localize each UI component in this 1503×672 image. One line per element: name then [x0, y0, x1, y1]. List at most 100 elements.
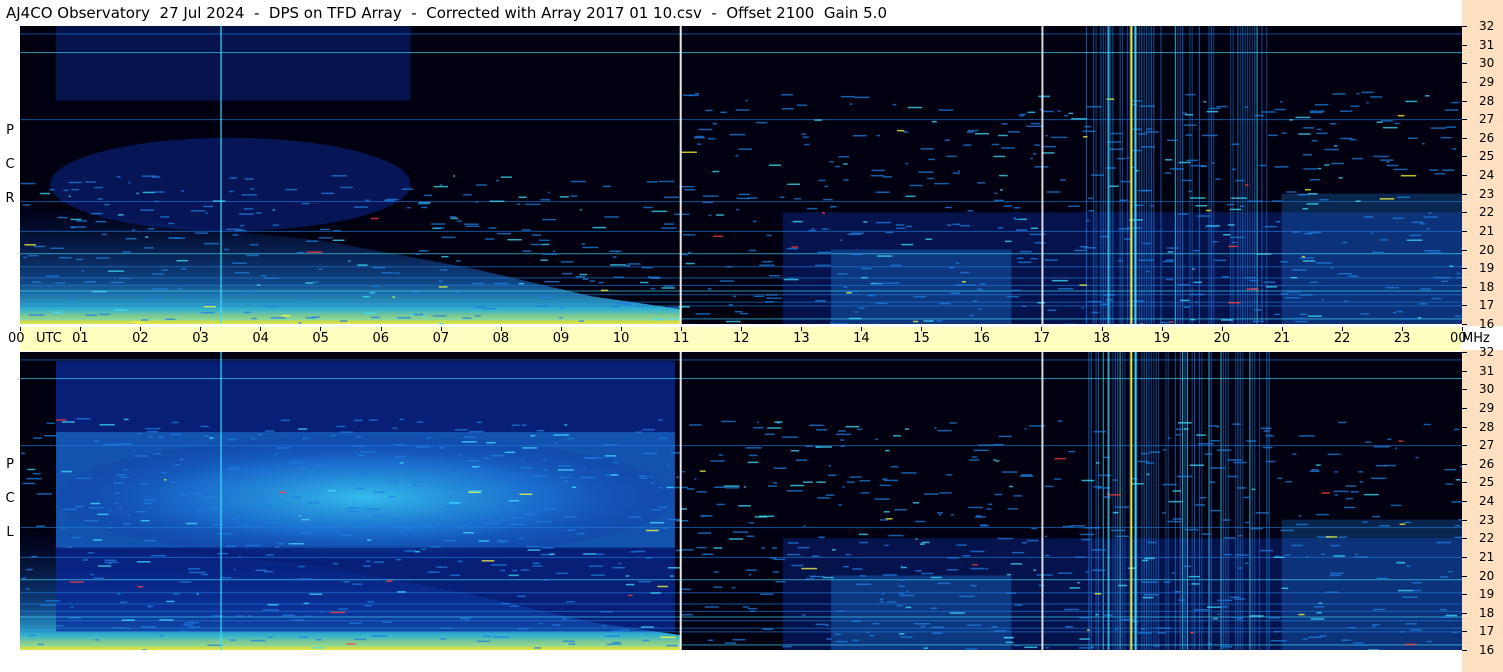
- frequency-tick: [1462, 519, 1467, 521]
- speckle: [143, 247, 154, 249]
- speckle: [119, 277, 131, 279]
- speckle: [1110, 132, 1123, 135]
- speckle: [458, 454, 462, 456]
- speckle: [340, 534, 352, 537]
- speckle: [281, 314, 291, 317]
- speckle: [1399, 523, 1406, 525]
- speckle: [921, 572, 934, 575]
- speckle: [925, 238, 932, 240]
- speckle: [1379, 239, 1389, 241]
- speckle: [1007, 508, 1018, 510]
- speckle: [1332, 93, 1346, 95]
- speckle: [904, 428, 910, 430]
- speckle: [1379, 198, 1395, 200]
- speckle: [174, 463, 180, 466]
- speckle: [959, 595, 975, 598]
- speckle: [183, 624, 194, 626]
- interference-column: [1153, 352, 1155, 650]
- speckle: [1246, 288, 1259, 290]
- late-noise-core: [831, 575, 1012, 650]
- speckle: [55, 625, 64, 627]
- speckle: [357, 454, 364, 457]
- speckle: [71, 188, 79, 191]
- speckle: [1229, 596, 1240, 598]
- speckle: [148, 435, 153, 438]
- speckle: [1250, 527, 1263, 530]
- speckle: [801, 133, 807, 135]
- speckle: [330, 434, 336, 437]
- speckle: [559, 196, 569, 198]
- speckle: [1013, 206, 1021, 209]
- speckle: [170, 433, 183, 436]
- speckle: [1167, 251, 1174, 253]
- speckle: [1030, 122, 1041, 125]
- speckle: [469, 490, 483, 492]
- speckle: [1309, 470, 1320, 473]
- speckle: [748, 522, 755, 524]
- speckle: [1196, 434, 1206, 436]
- speckle: [956, 544, 967, 546]
- speckle: [766, 297, 782, 300]
- speckle: [968, 459, 980, 461]
- speckle: [496, 232, 512, 235]
- speckle: [461, 441, 477, 443]
- speckle: [788, 277, 795, 280]
- speckle: [821, 212, 825, 214]
- speckle: [1347, 626, 1356, 629]
- speckle: [997, 537, 1013, 540]
- speckle: [1291, 544, 1303, 547]
- interference-column: [1145, 352, 1148, 650]
- speckle: [301, 518, 310, 521]
- speckle: [952, 172, 960, 174]
- speckle: [68, 298, 74, 300]
- speckle: [454, 429, 468, 431]
- speckle: [507, 486, 520, 488]
- speckle: [565, 601, 575, 603]
- speckle: [913, 296, 927, 298]
- speckle: [1095, 462, 1100, 464]
- frequency-tick: [1462, 482, 1467, 484]
- speckle: [526, 546, 540, 548]
- speckle: [1165, 259, 1174, 261]
- speckle: [1262, 446, 1273, 449]
- speckle: [1379, 159, 1394, 161]
- speckle: [431, 223, 446, 225]
- speckle: [1284, 554, 1291, 556]
- interference-column: [1268, 352, 1270, 650]
- speckle: [747, 461, 759, 464]
- speckle: [1424, 249, 1440, 252]
- speckle: [966, 131, 974, 133]
- speckle: [1310, 618, 1325, 620]
- speckle: [497, 539, 509, 542]
- frequency-tick: [1462, 556, 1467, 558]
- speckle: [415, 550, 420, 553]
- speckle: [1285, 480, 1293, 483]
- speckle: [189, 571, 206, 574]
- speckle: [457, 560, 463, 563]
- speckle: [915, 538, 918, 540]
- speckle: [356, 487, 364, 490]
- speckle: [870, 174, 884, 177]
- speckle: [240, 224, 244, 227]
- speckle: [1186, 159, 1199, 162]
- speckle: [92, 290, 107, 293]
- speckle: [849, 476, 862, 478]
- speckle: [753, 220, 757, 223]
- interference-column: [1222, 352, 1225, 650]
- speckle: [627, 594, 633, 597]
- speckle: [57, 216, 68, 219]
- carrier-line: [20, 378, 1462, 380]
- speckle: [299, 515, 302, 517]
- speckle: [616, 302, 632, 305]
- speckle: [602, 185, 612, 188]
- speckle: [1083, 136, 1088, 138]
- speckle: [638, 580, 652, 583]
- speckle: [457, 484, 471, 486]
- speckle: [1451, 101, 1460, 104]
- frequency-tick-label: 26: [1479, 130, 1495, 145]
- speckle: [676, 476, 680, 479]
- speckle: [1370, 477, 1386, 480]
- speckle: [549, 553, 555, 555]
- speckle: [103, 443, 119, 446]
- speckle: [1297, 193, 1306, 196]
